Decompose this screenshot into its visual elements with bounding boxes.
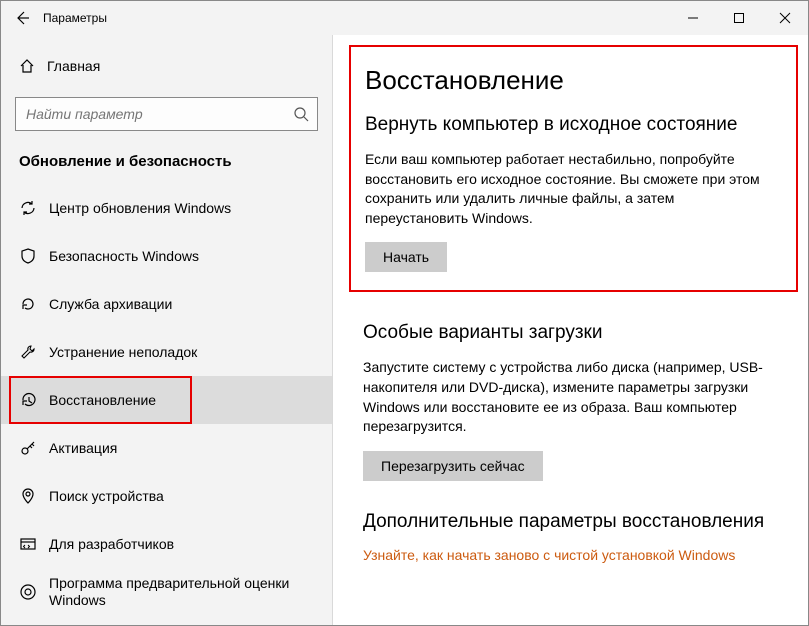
sidebar-item-insider[interactable]: Программа предварительной оценки Windows bbox=[1, 568, 332, 616]
search-box[interactable] bbox=[15, 97, 318, 131]
location-icon bbox=[19, 487, 49, 505]
backup-icon bbox=[19, 295, 49, 313]
home-icon bbox=[19, 58, 47, 74]
reset-title: Вернуть компьютер в исходное состояние bbox=[365, 114, 776, 136]
reset-description: Если ваш компьютер работает нестабильно,… bbox=[365, 150, 776, 228]
sidebar-item-backup[interactable]: Служба архивации bbox=[1, 280, 332, 328]
sidebar-item-label: Для разработчиков bbox=[49, 536, 174, 552]
highlighted-section: Восстановление Вернуть компьютер в исход… bbox=[349, 45, 798, 292]
insider-icon bbox=[19, 583, 49, 601]
sidebar-item-security[interactable]: Безопасность Windows bbox=[1, 232, 332, 280]
sidebar-item-label: Безопасность Windows bbox=[49, 248, 199, 264]
refresh-icon bbox=[19, 199, 49, 217]
sidebar-item-find-device[interactable]: Поиск устройства bbox=[1, 472, 332, 520]
sidebar-item-recovery[interactable]: Восстановление bbox=[1, 376, 332, 424]
window-controls bbox=[670, 1, 808, 35]
search-icon bbox=[293, 106, 309, 122]
sidebar-item-label: Поиск устройства bbox=[49, 488, 164, 504]
sidebar-section-header: Обновление и безопасность bbox=[1, 145, 332, 184]
arrow-left-icon bbox=[14, 10, 30, 26]
sidebar-item-label: Активация bbox=[49, 440, 117, 456]
titlebar: Параметры bbox=[1, 1, 808, 35]
more-title: Дополнительные параметры восстановления bbox=[363, 511, 778, 533]
main-content: Восстановление Вернуть компьютер в исход… bbox=[333, 35, 808, 625]
sidebar: Главная Обновление и безопасность Центр … bbox=[1, 35, 333, 625]
fresh-start-link[interactable]: Узнайте, как начать заново с чистой уста… bbox=[363, 547, 735, 563]
sidebar-item-label: Восстановление bbox=[49, 392, 156, 408]
sidebar-item-label: Устранение неполадок bbox=[49, 344, 197, 360]
advanced-title: Особые варианты загрузки bbox=[363, 322, 778, 344]
sidebar-item-label: Служба архивации bbox=[49, 296, 172, 312]
close-button[interactable] bbox=[762, 1, 808, 35]
sidebar-item-label: Программа предварительной оценки Windows bbox=[49, 575, 332, 609]
code-icon bbox=[19, 535, 49, 553]
maximize-icon bbox=[733, 12, 745, 24]
key-icon bbox=[19, 439, 49, 457]
advanced-startup-section: Особые варианты загрузки Запустите систе… bbox=[363, 322, 778, 480]
close-icon bbox=[779, 12, 791, 24]
restart-now-button[interactable]: Перезагрузить сейчас bbox=[363, 451, 543, 481]
sidebar-item-activation[interactable]: Активация bbox=[1, 424, 332, 472]
wrench-icon bbox=[19, 343, 49, 361]
back-button[interactable] bbox=[1, 1, 43, 35]
minimize-icon bbox=[687, 12, 699, 24]
maximize-button[interactable] bbox=[716, 1, 762, 35]
window-title: Параметры bbox=[43, 11, 107, 25]
search-input[interactable] bbox=[24, 105, 293, 123]
reset-start-button[interactable]: Начать bbox=[365, 242, 447, 272]
home-nav[interactable]: Главная bbox=[1, 45, 332, 87]
sidebar-item-windows-update[interactable]: Центр обновления Windows bbox=[1, 184, 332, 232]
history-icon bbox=[19, 391, 49, 409]
sidebar-item-label: Центр обновления Windows bbox=[49, 200, 231, 216]
minimize-button[interactable] bbox=[670, 1, 716, 35]
home-label: Главная bbox=[47, 58, 100, 74]
page-title: Восстановление bbox=[365, 65, 776, 96]
shield-icon bbox=[19, 247, 49, 265]
sidebar-item-developers[interactable]: Для разработчиков bbox=[1, 520, 332, 568]
more-recovery-section: Дополнительные параметры восстановления … bbox=[363, 511, 778, 563]
sidebar-item-troubleshoot[interactable]: Устранение неполадок bbox=[1, 328, 332, 376]
advanced-description: Запустите систему с устройства либо диск… bbox=[363, 358, 778, 436]
